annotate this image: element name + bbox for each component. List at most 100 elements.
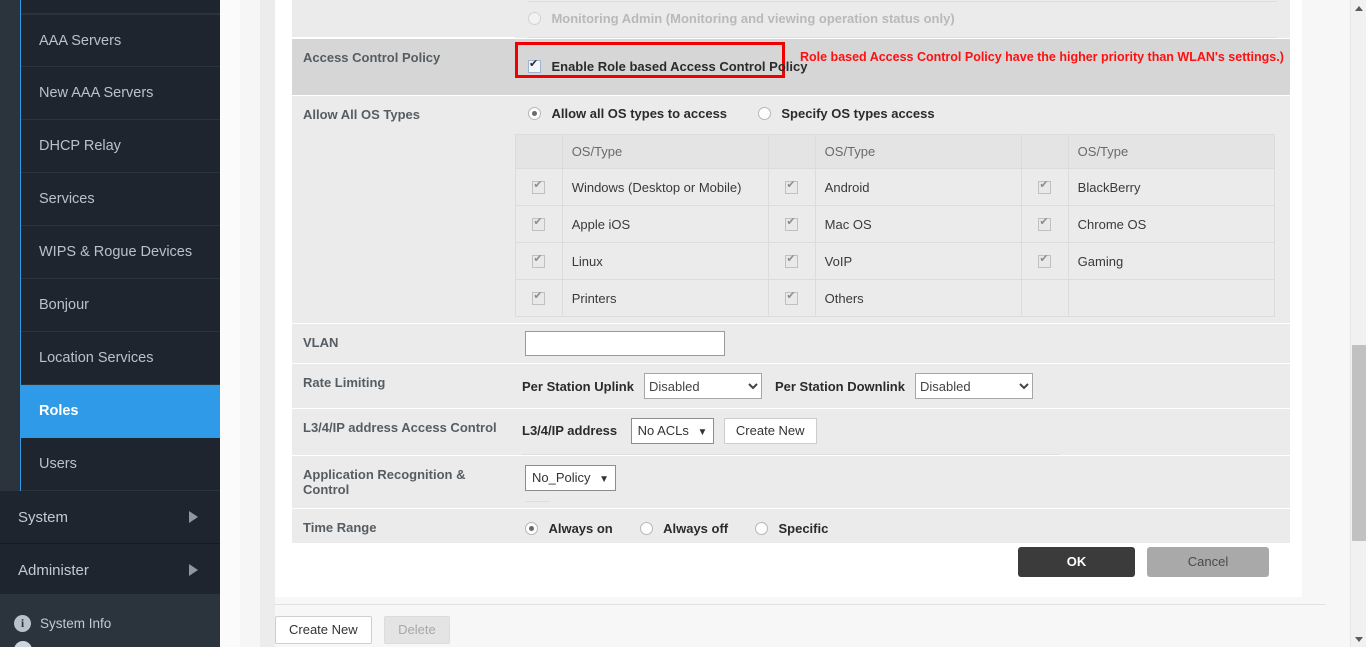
- sidebar-item-dhcp-relay[interactable]: DHCP Relay: [21, 120, 220, 173]
- checkbox-os-type[interactable]: [785, 255, 798, 268]
- form-row-rate-limiting: Rate Limiting Per Station Uplink Disable…: [292, 364, 1290, 409]
- sidebar-item-label: Users: [39, 456, 77, 472]
- row-label-vlan: VLAN: [292, 324, 515, 364]
- row-label-application-recognition: Application Recognition & Control: [292, 456, 515, 509]
- row-label-access-control-policy: Access Control Policy: [292, 39, 515, 96]
- th-check-1: [516, 135, 563, 169]
- cell-checkbox[interactable]: [768, 280, 815, 317]
- sidebar-item-system[interactable]: System: [0, 491, 220, 544]
- monitoring-admin-option[interactable]: Monitoring Admin (Monitoring and viewing…: [515, 2, 1290, 36]
- inner-divider: [522, 453, 1060, 455]
- table-header-row: OS/Type OS/Type OS/Type: [516, 135, 1275, 169]
- row-label-empty: [292, 0, 515, 38]
- inner-divider: [528, 36, 1277, 38]
- sidebar-submenu: AAA Servers New AAA Servers DHCP Relay S…: [21, 0, 220, 597]
- cell-checkbox[interactable]: [516, 169, 563, 206]
- ok-button[interactable]: OK: [1018, 547, 1135, 577]
- sidebar-item-new-aaa-servers[interactable]: New AAA Servers: [21, 67, 220, 120]
- radio-monitoring-admin[interactable]: [528, 12, 541, 25]
- th-ostype-2: OS/Type: [815, 135, 1021, 169]
- checkbox-os-type[interactable]: [785, 292, 798, 305]
- cell-checkbox[interactable]: [768, 206, 815, 243]
- os-types-radio-group: Allow all OS types to access Specify OS …: [515, 96, 1290, 132]
- sidebar-item-partial-top[interactable]: [21, 0, 220, 14]
- os-types-table-head: OS/Type OS/Type OS/Type: [516, 135, 1275, 169]
- page-scrollbar[interactable]: [1350, 0, 1366, 647]
- radio-specific[interactable]: [755, 522, 768, 535]
- radio-always-on[interactable]: [525, 522, 538, 535]
- checkbox-os-type[interactable]: [1038, 218, 1051, 231]
- checkbox-os-type[interactable]: [532, 218, 545, 231]
- per-station-uplink-select[interactable]: Disabled: [644, 373, 762, 399]
- radio-specify[interactable]: [758, 107, 771, 120]
- os-types-table-wrapper: OS/Type OS/Type OS/Type W: [515, 132, 1290, 317]
- sidebar-item-roles[interactable]: Roles: [21, 385, 220, 438]
- app-policy-select-value: No_Policy: [532, 470, 591, 485]
- per-station-downlink-select[interactable]: Disabled: [915, 373, 1033, 399]
- radio-allow-all[interactable]: [528, 107, 541, 120]
- create-new-button[interactable]: Create New: [275, 616, 372, 644]
- sidebar-item-aaa-servers[interactable]: AAA Servers: [21, 14, 220, 67]
- sidebar-item-label: Bonjour: [39, 297, 89, 313]
- chevron-down-icon[interactable]: [1351, 631, 1366, 647]
- table-row: Linux VoIP Gaming: [516, 243, 1275, 280]
- cell-checkbox[interactable]: [1021, 206, 1068, 243]
- cell-os-label: Apple iOS: [562, 206, 768, 243]
- vlan-input[interactable]: [525, 331, 725, 356]
- sidebar-item-location-services[interactable]: Location Services: [21, 332, 220, 385]
- checkbox-label: Enable Role based Access Control Policy: [551, 59, 807, 74]
- radio-always-off[interactable]: [640, 522, 653, 535]
- checkbox-enable-role-based-access-control-policy[interactable]: [528, 60, 541, 73]
- table-row: Printers Others: [516, 280, 1275, 317]
- l34-acl-select[interactable]: No ACLs ▼: [631, 418, 715, 444]
- sidebar-item-bonjour[interactable]: Bonjour: [21, 279, 220, 332]
- sidebar-item-system-info[interactable]: i System Info: [0, 613, 220, 637]
- chevron-up-icon[interactable]: [1351, 0, 1366, 16]
- dialog-button-bar: OK Cancel: [275, 543, 1302, 597]
- radio-option-specify-os-types[interactable]: Specify OS types access: [758, 105, 935, 122]
- checkbox-os-type[interactable]: [1038, 255, 1051, 268]
- cell-checkbox[interactable]: [768, 243, 815, 280]
- triangle-right-icon: [189, 564, 198, 576]
- l34-controls: L3/4/IP address No ACLs ▼ Create New: [515, 409, 1290, 453]
- checkbox-os-type[interactable]: [532, 255, 545, 268]
- info-icon: i: [14, 615, 31, 632]
- radio-option-always-off[interactable]: Always off: [640, 520, 733, 537]
- cell-os-label: Others: [815, 280, 1021, 317]
- row-body-allow-all-os-types: Allow all OS types to access Specify OS …: [515, 96, 1290, 324]
- create-new-acl-button[interactable]: Create New: [724, 418, 817, 444]
- cell-checkbox[interactable]: [768, 169, 815, 206]
- page-background-stripe-2: [240, 0, 260, 647]
- cell-checkbox[interactable]: [516, 243, 563, 280]
- row-body-monitoring-admin: Monitoring Admin (Monitoring and viewing…: [515, 0, 1290, 39]
- radio-option-specific[interactable]: Specific: [755, 520, 828, 537]
- form-row-application-recognition: Application Recognition & Control No_Pol…: [292, 456, 1290, 509]
- cell-checkbox[interactable]: [1021, 169, 1068, 206]
- enable-racp-control[interactable]: Enable Role based Access Control Policy: [515, 48, 1290, 86]
- scrollbar-thumb[interactable]: [1352, 345, 1366, 541]
- sidebar-item-wips-rogue-devices[interactable]: WIPS & Rogue Devices: [21, 226, 220, 279]
- delete-button: Delete: [384, 616, 450, 644]
- radio-label: Allow all OS types to access: [551, 106, 727, 121]
- checkbox-os-type[interactable]: [785, 181, 798, 194]
- th-ostype-3: OS/Type: [1068, 135, 1274, 169]
- sidebar-item-administer[interactable]: Administer: [0, 544, 220, 597]
- cell-os-label: Windows (Desktop or Mobile): [562, 169, 768, 206]
- checkbox-os-type[interactable]: [785, 218, 798, 231]
- radio-option-always-on[interactable]: Always on: [525, 520, 617, 537]
- checkbox-os-type[interactable]: [1038, 181, 1051, 194]
- app-policy-select[interactable]: No_Policy ▼: [525, 465, 616, 491]
- radio-option-allow-all-os-types[interactable]: Allow all OS types to access: [528, 105, 731, 122]
- cell-checkbox[interactable]: [1021, 243, 1068, 280]
- cancel-button[interactable]: Cancel: [1147, 547, 1269, 577]
- cell-os-label: Printers: [562, 280, 768, 317]
- sidebar-item-users[interactable]: Users: [21, 438, 220, 491]
- sidebar-item-label: New AAA Servers: [39, 85, 153, 101]
- page-background-right: [1302, 0, 1350, 647]
- sidebar-item-services[interactable]: Services: [21, 173, 220, 226]
- checkbox-os-type[interactable]: [532, 181, 545, 194]
- cell-checkbox[interactable]: [516, 206, 563, 243]
- cell-os-label: VoIP: [815, 243, 1021, 280]
- cell-checkbox[interactable]: [516, 280, 563, 317]
- checkbox-os-type[interactable]: [532, 292, 545, 305]
